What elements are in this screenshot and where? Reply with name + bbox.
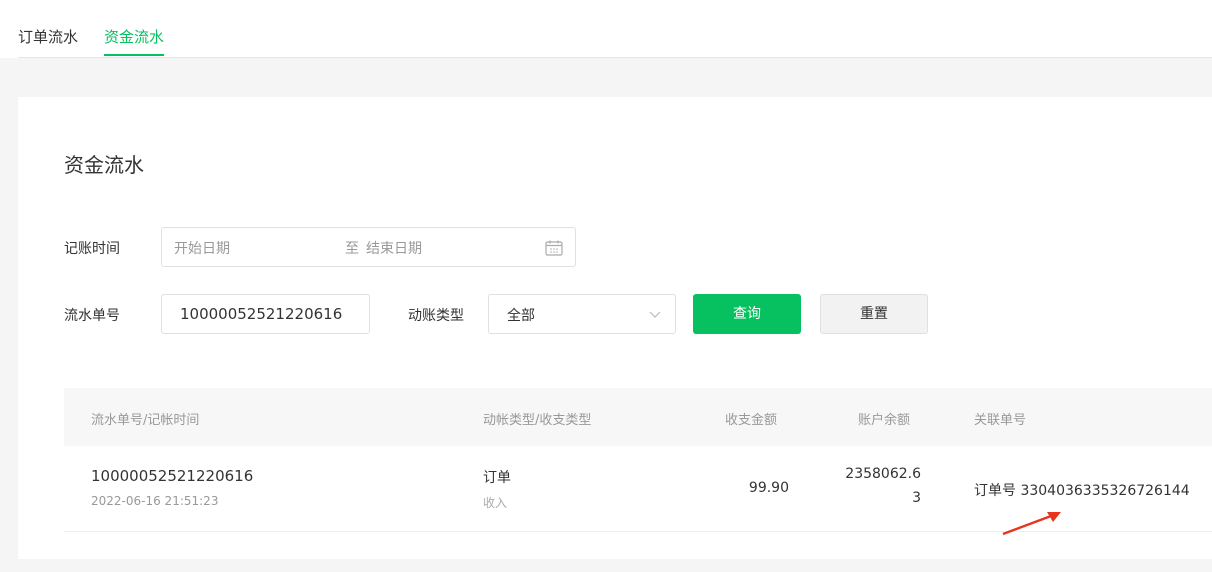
balance-cell: 2358062.6 [845,466,921,482]
column-header: 收支金额 [725,413,778,428]
serial-label: 流水单号 [64,308,120,324]
direction-cell: 收入 [483,496,508,510]
table-header: 流水单号/记帐时间 动帐类型/收支类型 收支金额 账户余额 关联单号 [64,388,1212,446]
column-header: 动帐类型/收支类型 [483,413,592,428]
arrow-annotation [1002,512,1061,536]
tab-order-flow[interactable]: 订单流水 [18,26,78,56]
transaction-type-cell: 订单 [483,470,511,486]
top-bar: 订单流水 资金流水 [0,0,1212,58]
type-select-value: 全部 [507,308,535,324]
fund-flow-card: 资金流水 记账时间 开始日期 至 结束日期 流水单号 1000005252122… [18,97,1212,559]
related-order-cell[interactable]: 订单号 3304036335326726144 [974,480,1190,500]
tabs-divider [18,57,1212,58]
tab-fund-flow[interactable]: 资金流水 [104,26,165,56]
query-button[interactable]: 查询 [693,294,801,334]
chevron-down-icon [649,311,661,318]
serial-number-input[interactable]: 10000052521220616 [161,294,370,334]
tab-bar: 订单流水 资金流水 [18,26,190,56]
amount-cell: 99.90 [748,480,789,496]
type-label: 动账类型 [408,308,464,324]
record-time-cell: 2022-06-16 21:51:23 [91,494,219,508]
column-header: 关联单号 [974,413,1027,428]
reset-button[interactable]: 重置 [820,294,928,334]
column-header: 账户余额 [858,413,911,428]
date-range-picker[interactable]: 开始日期 至 结束日期 [161,227,576,267]
type-select[interactable]: 全部 [488,294,676,334]
serial-number-cell: 10000052521220616 [91,467,254,485]
calendar-icon[interactable] [545,240,563,256]
column-header: 流水单号/记帐时间 [91,413,200,428]
page-title: 资金流水 [64,153,144,177]
time-label: 记账时间 [64,241,120,257]
range-separator: 至 [345,241,359,257]
balance-cell-wrap: 3 [912,490,921,506]
start-date-input[interactable]: 开始日期 [174,238,230,258]
end-date-input[interactable]: 结束日期 [366,238,422,258]
breadcrumb [18,0,138,2]
